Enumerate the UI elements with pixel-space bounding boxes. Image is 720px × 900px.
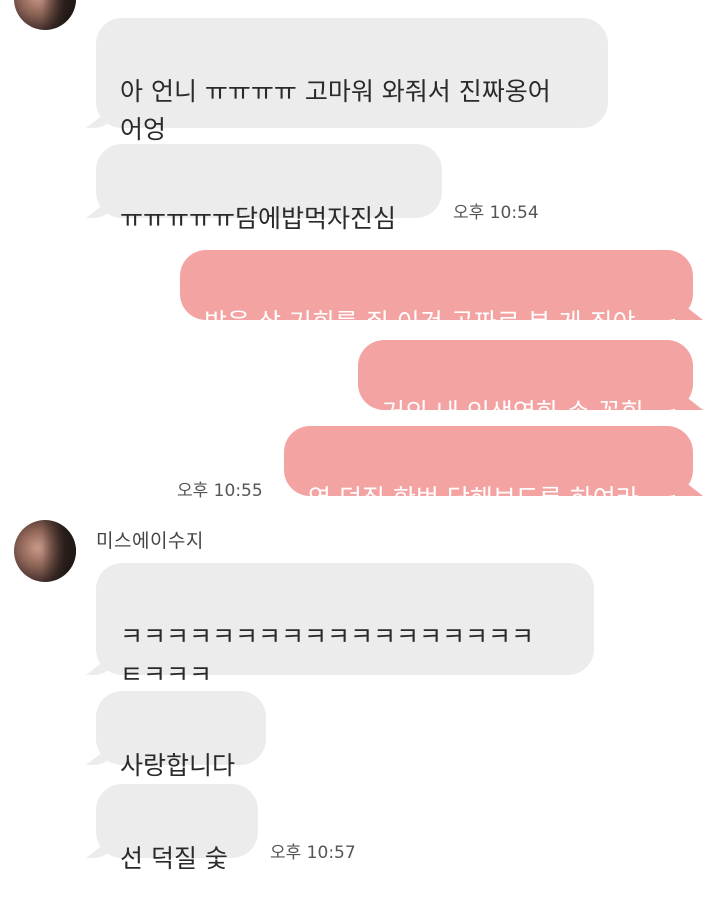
message-text: 밥을 살 기회를 줘 이건 공짜로 본 게 죄야: [204, 308, 636, 337]
incoming-message-bubble[interactable]: 선 덕질 숯: [96, 784, 258, 873]
message-text: ㅋㅋㅋㅋㅋㅋㅋㅋㅋㅋㅋㅋㅋㅋㅋㅋㅋㅋ ㅌㅋㅋㅋ: [120, 622, 535, 689]
avatar-shade: [41, 0, 76, 30]
message-text: 아 언니 ㅠㅠㅠㅠ 고마워 와줘서 진짜옹어 어엉: [120, 77, 551, 144]
incoming-message-bubble[interactable]: ㅋㅋㅋㅋㅋㅋㅋㅋㅋㅋㅋㅋㅋㅋㅋㅋㅋㅋ ㅌㅋㅋㅋ: [96, 563, 594, 689]
message-timestamp: 오후 10:55: [177, 481, 263, 501]
outgoing-message-bubble[interactable]: 역 덕질 한번 당해보도록 하여라: [284, 426, 693, 513]
message-text: 거의 내 인생영화 손 꼽힘: [382, 398, 644, 427]
message-text: 선 덕질 숯: [120, 844, 228, 873]
message-text: 사랑합니다: [120, 751, 236, 780]
avatar[interactable]: [14, 520, 76, 582]
message-text: 역 덕질 한번 당해보도록 하여라: [308, 484, 639, 513]
outgoing-message-bubble[interactable]: 밥을 살 기회를 줘 이건 공짜로 본 게 죄야: [180, 250, 693, 337]
incoming-message-bubble[interactable]: 사랑합니다: [96, 691, 266, 780]
message-timestamp: 오후 10:54: [453, 203, 539, 223]
avatar[interactable]: [14, 0, 76, 30]
message-text: ㅠㅠㅠㅠㅠ담에밥먹자진심: [120, 204, 397, 233]
incoming-message-bubble[interactable]: 아 언니 ㅠㅠㅠㅠ 고마워 와줘서 진짜옹어 어엉: [96, 18, 608, 144]
sender-name: 미스에이수지: [96, 530, 204, 552]
avatar-shade: [41, 520, 76, 582]
outgoing-message-bubble[interactable]: 거의 내 인생영화 손 꼽힘: [358, 340, 693, 427]
incoming-message-bubble[interactable]: ㅠㅠㅠㅠㅠ담에밥먹자진심: [96, 144, 442, 233]
message-timestamp: 오후 10:57: [270, 843, 356, 863]
